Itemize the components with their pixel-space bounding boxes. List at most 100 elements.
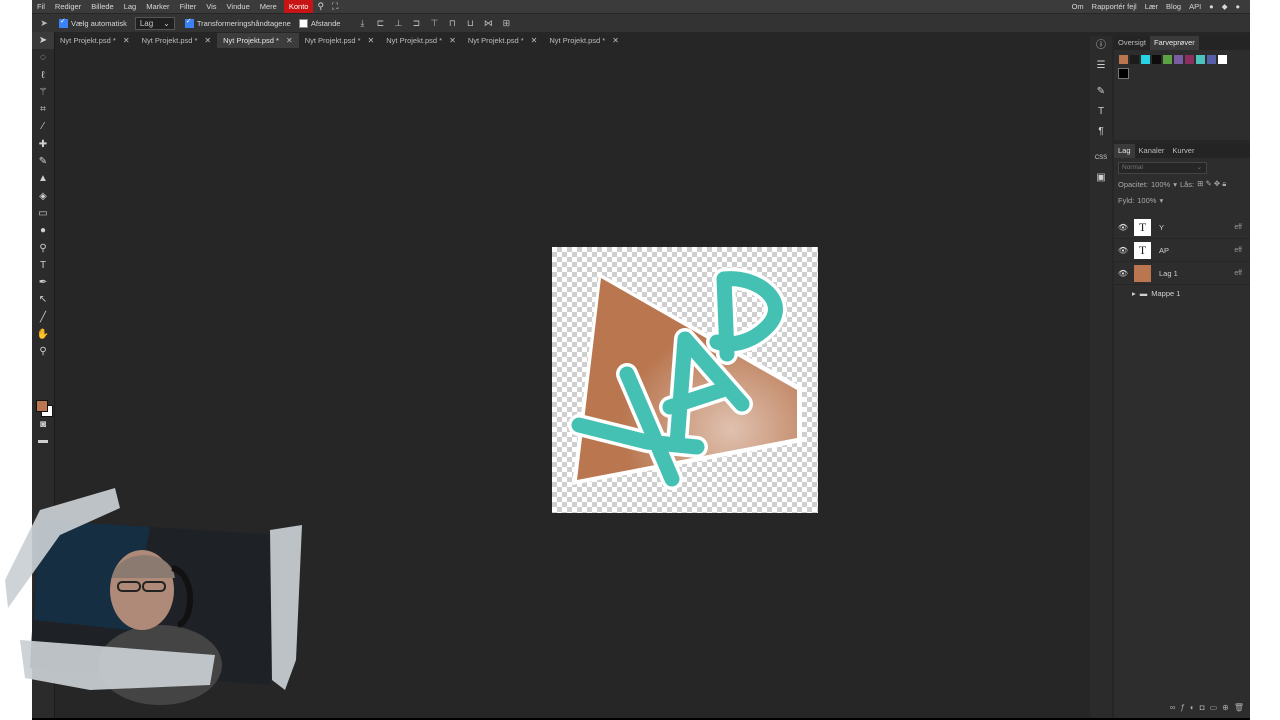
swatch[interactable]: [1185, 55, 1194, 64]
blend-mode-select[interactable]: Normal ⌄: [1118, 162, 1207, 174]
twitter-icon[interactable]: ◆: [1218, 0, 1232, 13]
chevron-down-icon[interactable]: ▾: [1159, 196, 1163, 205]
dodge-tool-icon[interactable]: ⚲: [32, 240, 54, 257]
healing-tool-icon[interactable]: ✚: [32, 136, 54, 153]
layer-effects-badge[interactable]: eff: [1234, 224, 1242, 231]
transform-option[interactable]: Transformeringshåndtagene: [184, 17, 291, 28]
tab-oversigt[interactable]: Oversigt: [1114, 36, 1150, 50]
layer-effects-badge[interactable]: eff: [1234, 247, 1242, 254]
menu-learn[interactable]: Lær: [1141, 0, 1162, 13]
paragraph-icon[interactable]: ¶: [1090, 122, 1112, 142]
tab-document-3[interactable]: Nyt Projekt.psd * ✕: [217, 33, 299, 48]
close-icon[interactable]: ✕: [286, 33, 293, 48]
fill-value[interactable]: 100%: [1137, 196, 1156, 205]
grid-icon[interactable]: ⊞: [500, 18, 512, 28]
document-canvas[interactable]: [552, 247, 818, 513]
tab-lag[interactable]: Lag: [1114, 144, 1135, 158]
fullscreen-icon[interactable]: ⛶: [328, 1, 342, 12]
swatch[interactable]: [1141, 55, 1150, 64]
swatch[interactable]: [1152, 55, 1161, 64]
tab-document-7[interactable]: Nyt Projekt.psd * ✕: [543, 33, 625, 48]
lasso-tool-icon[interactable]: ℓ: [32, 67, 54, 84]
eyedropper-tool-icon[interactable]: ⁄: [32, 118, 54, 135]
tab-kanaler[interactable]: Kanaler: [1135, 144, 1169, 158]
reddit-icon[interactable]: ●: [1205, 0, 1218, 13]
effects-icon[interactable]: ƒ: [1180, 703, 1184, 712]
layer-row-ap[interactable]: 👁︎ T AP eff: [1114, 239, 1250, 262]
auto-select-option[interactable]: Vælg automatisk: [59, 17, 127, 28]
css-icon[interactable]: CSS: [1090, 148, 1112, 168]
menu-rediger[interactable]: Rediger: [50, 0, 86, 13]
crop-tool-icon[interactable]: ⌗: [32, 101, 54, 118]
eye-icon[interactable]: 👁︎: [1116, 269, 1130, 278]
layer-row-y[interactable]: 👁︎ T Y eff: [1114, 216, 1250, 239]
facebook-icon[interactable]: ●: [1231, 0, 1244, 13]
close-icon[interactable]: ✕: [368, 33, 375, 48]
pen-tool-icon[interactable]: ✒: [32, 274, 54, 291]
swatch[interactable]: [1163, 55, 1172, 64]
brush-settings-icon[interactable]: ✎: [1090, 82, 1112, 102]
menu-billede[interactable]: Billede: [86, 0, 119, 13]
menu-fil[interactable]: Fil: [32, 0, 50, 13]
swatch[interactable]: [1119, 55, 1128, 64]
swatch[interactable]: [1218, 55, 1227, 64]
lock-icons[interactable]: ⊞ ✎ ✥ 🔒︎: [1197, 179, 1226, 189]
menu-api[interactable]: API: [1185, 0, 1205, 13]
konto-button[interactable]: Konto: [283, 0, 314, 13]
download-icon[interactable]: ⤓: [356, 18, 368, 28]
quick-mask-icon[interactable]: ◙: [32, 416, 54, 433]
tab-document-6[interactable]: Nyt Projekt.psd * ✕: [462, 33, 544, 48]
tab-document-4[interactable]: Nyt Projekt.psd * ✕: [299, 33, 381, 48]
layer-row-lag-1[interactable]: 👁︎ Lag 1 eff: [1114, 262, 1250, 285]
menu-vis[interactable]: Vis: [201, 0, 221, 13]
tab-farveprover[interactable]: Farveprøver: [1149, 36, 1199, 50]
chevron-right-icon[interactable]: ▸: [1132, 289, 1136, 298]
layer-folder-row[interactable]: ▸ ▬ Mappe 1: [1114, 285, 1250, 301]
foreground-color-swatch[interactable]: [36, 400, 48, 412]
align-bottom-icon[interactable]: ⊔: [464, 18, 476, 28]
new-folder-icon[interactable]: ▭: [1210, 703, 1218, 712]
align-top-icon[interactable]: ⊤: [428, 18, 440, 28]
link-icon[interactable]: ∞: [1170, 703, 1176, 712]
search-icon[interactable]: ⚲: [313, 1, 328, 12]
distribute-icon[interactable]: ⋈: [482, 18, 494, 28]
move-tool-icon[interactable]: ➤: [32, 32, 54, 50]
gradient-tool-icon[interactable]: ▭: [32, 205, 54, 222]
close-icon[interactable]: ✕: [612, 33, 619, 48]
magic-wand-tool-icon[interactable]: ⚚: [32, 84, 54, 101]
eye-icon[interactable]: 👁︎: [1116, 223, 1130, 232]
info-icon[interactable]: ⓘ: [1090, 36, 1112, 56]
path-select-tool-icon[interactable]: ↖: [32, 291, 54, 308]
eraser-tool-icon[interactable]: ◈: [32, 188, 54, 205]
swatch[interactable]: [1118, 68, 1129, 79]
new-layer-icon[interactable]: ⊕: [1222, 703, 1229, 712]
close-icon[interactable]: ✕: [531, 33, 538, 48]
menu-lag[interactable]: Lag: [119, 0, 142, 13]
transform-checkbox[interactable]: [184, 17, 194, 28]
menu-report-bug[interactable]: Rapportér fejl: [1088, 0, 1141, 13]
tab-document-2[interactable]: Nyt Projekt.psd * ✕: [136, 33, 218, 48]
type-tool-icon[interactable]: T: [32, 257, 54, 274]
menu-vindue[interactable]: Vindue: [222, 0, 255, 13]
brush-tool-icon[interactable]: ✎: [32, 153, 54, 170]
auto-select-checkbox[interactable]: [59, 17, 68, 28]
adjustment-icon[interactable]: ◐: [1190, 703, 1195, 712]
swatch[interactable]: [1196, 55, 1205, 64]
properties-icon[interactable]: ☰: [1090, 56, 1112, 76]
swatch[interactable]: [1130, 55, 1139, 64]
chevron-down-icon[interactable]: ▾: [1173, 180, 1177, 189]
character-icon[interactable]: T: [1090, 102, 1112, 122]
align-right-icon[interactable]: ⊐: [410, 18, 422, 28]
hand-tool-icon[interactable]: ✋: [32, 326, 54, 343]
close-icon[interactable]: ✕: [204, 33, 211, 48]
screen-mode-icon[interactable]: ▬: [32, 432, 54, 449]
close-icon[interactable]: ✕: [123, 33, 130, 48]
align-left-icon[interactable]: ⊏: [374, 18, 386, 28]
auto-select-dropdown[interactable]: Lag ⌄: [134, 16, 175, 30]
image-icon[interactable]: ▣: [1090, 168, 1112, 188]
distances-checkbox[interactable]: [298, 18, 308, 28]
tab-document-5[interactable]: Nyt Projekt.psd * ✕: [380, 33, 462, 48]
delete-icon[interactable]: 🗑︎: [1234, 703, 1244, 712]
menu-marker[interactable]: Marker: [141, 0, 174, 13]
menu-filter[interactable]: Filter: [175, 0, 202, 13]
